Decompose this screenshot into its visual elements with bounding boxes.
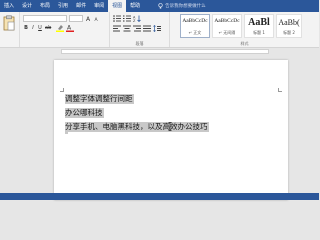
selected-text-line-1[interactable]: 调整字体调整行间距 [65, 94, 134, 104]
clipboard-group [0, 12, 20, 47]
bullets-icon[interactable] [113, 15, 121, 22]
tab-help[interactable]: 帮助 [126, 0, 144, 12]
style-heading-2[interactable]: AaBb( 标题 2 [276, 14, 302, 38]
svg-text:Z: Z [133, 19, 136, 22]
style-normal[interactable]: AaBbCcDc ↵ 正文 [180, 14, 210, 38]
style-heading-2-name: 标题 2 [283, 30, 295, 35]
style-no-spacing-name: ↵ 无间隔 [218, 30, 236, 35]
document-page[interactable]: 调整字体调整行间距 办公哪科技 分享手机、电脑黑科技，以及高效办公技巧 [54, 60, 288, 200]
style-normal-sample: AaBbCcDc [182, 18, 208, 24]
text-cursor-icon [168, 122, 172, 131]
numbering-icon[interactable] [123, 15, 131, 22]
style-no-spacing[interactable]: AaBbCcDc ↵ 无间隔 [212, 14, 242, 38]
style-heading-1[interactable]: AaBl 标题 1 [244, 14, 274, 38]
grow-font-icon[interactable]: A [86, 15, 93, 22]
line-spacing-icon[interactable] [153, 25, 161, 32]
sort-icon[interactable]: A Z [133, 15, 141, 22]
font-group: A A B I U ab A [20, 12, 110, 47]
ribbon-tab-bar: 插入 设计 布局 引用 邮件 审阅 视图 帮助 告诉我你想要做什么 [0, 0, 319, 12]
tab-review[interactable]: 审阅 [90, 0, 108, 12]
align-center-icon[interactable] [123, 25, 131, 32]
ribbon: A A B I U ab A A Z 段落 AaBbCcDc ↵ 正文 AaBb… [0, 12, 319, 48]
font-name-box[interactable] [23, 15, 67, 22]
style-no-spacing-sample: AaBbCcDc [214, 18, 240, 24]
font-color-icon[interactable]: A [66, 24, 74, 32]
paragraph-group-label: 段落 [135, 41, 144, 46]
tab-references[interactable]: 引用 [54, 0, 72, 12]
tell-me-search[interactable]: 告诉我你想要做什么 [158, 3, 206, 9]
style-heading-1-sample: AaBl [248, 17, 270, 28]
style-heading-2-sample: AaBb( [278, 18, 300, 27]
paragraph-mark [65, 130, 68, 134]
justify-icon[interactable] [143, 25, 151, 32]
tab-mailings[interactable]: 邮件 [72, 0, 90, 12]
lightbulb-icon [158, 3, 163, 9]
selected-text-line-2[interactable]: 办公哪科技 [65, 108, 104, 118]
shrink-font-icon[interactable]: A [94, 15, 101, 22]
horizontal-ruler [0, 48, 319, 55]
styles-group-label: 样式 [240, 41, 249, 46]
style-normal-name: ↵ 正文 [188, 30, 202, 35]
status-bar [0, 193, 319, 200]
styles-group: AaBbCcDc ↵ 正文 AaBbCcDc ↵ 无间隔 AaBl 标题 1 A… [170, 12, 319, 47]
italic-icon[interactable]: I [30, 25, 36, 31]
margin-corner-top-left [60, 88, 64, 92]
text-highlight-icon[interactable] [56, 24, 64, 32]
paragraph-group: A Z 段落 [110, 12, 170, 47]
style-heading-1-name: 标题 1 [253, 30, 265, 35]
align-left-icon[interactable] [113, 25, 121, 32]
selected-text-line-3[interactable]: 分享手机、电脑黑科技，以及高效办公技巧 [65, 122, 209, 132]
strikethrough-icon[interactable]: ab [45, 25, 51, 31]
tab-layout[interactable]: 布局 [36, 0, 54, 12]
margin-corner-top-right [278, 88, 282, 92]
tab-design[interactable]: 设计 [18, 0, 36, 12]
svg-text:A: A [67, 25, 72, 32]
underline-icon[interactable]: U [37, 25, 43, 31]
tab-insert[interactable]: 插入 [0, 0, 18, 12]
align-right-icon[interactable] [133, 25, 141, 32]
font-size-box[interactable] [69, 15, 83, 22]
paste-icon[interactable] [3, 15, 15, 31]
tell-me-text: 告诉我你想要做什么 [165, 4, 206, 9]
svg-text:A: A [95, 17, 99, 22]
svg-text:A: A [86, 16, 91, 22]
tab-view[interactable]: 视图 [108, 0, 127, 12]
ruler-track[interactable] [61, 49, 269, 54]
bold-icon[interactable]: B [23, 25, 29, 31]
